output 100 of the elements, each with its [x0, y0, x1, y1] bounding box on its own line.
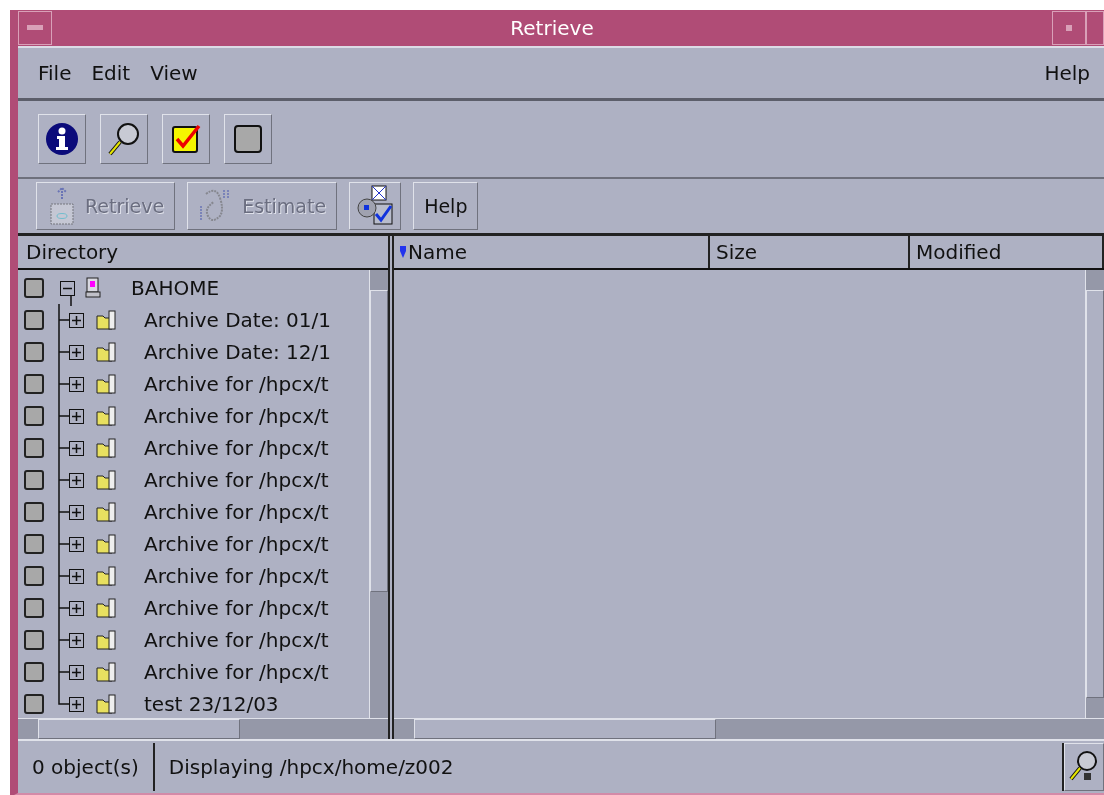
checkbox-checked-icon — [171, 124, 201, 154]
collapse-toggle[interactable] — [60, 280, 75, 296]
tree-line — [56, 336, 70, 368]
retrieve-icon — [47, 186, 77, 226]
folder-icon — [96, 534, 116, 554]
plus-icon — [71, 474, 82, 486]
tree-checkbox[interactable] — [24, 662, 44, 682]
toolbar-button[interactable] — [38, 114, 86, 164]
tree-checkbox[interactable] — [24, 438, 44, 458]
tree-item[interactable]: Archive for /hpcx/t — [144, 628, 329, 652]
tree-checkbox[interactable] — [24, 534, 44, 554]
tree-item[interactable]: Archive Date: 12/1 — [144, 340, 331, 364]
expand-toggle[interactable] — [69, 344, 84, 360]
tree-checkbox[interactable] — [24, 470, 44, 490]
plus-icon — [71, 538, 82, 550]
toolbar-button[interactable] — [100, 114, 148, 164]
tree-item[interactable]: Archive for /hpcx/t — [144, 500, 329, 524]
tree-item[interactable]: Archive for /hpcx/t — [144, 660, 329, 684]
expand-toggle[interactable] — [69, 664, 84, 680]
info-icon — [45, 122, 79, 156]
folder-icon — [96, 630, 116, 650]
plus-icon — [71, 506, 82, 518]
tree-checkbox[interactable] — [24, 598, 44, 618]
expand-toggle[interactable] — [69, 536, 84, 552]
menu-item[interactable]: File — [38, 61, 72, 85]
plus-icon — [71, 634, 82, 646]
expand-toggle[interactable] — [69, 696, 84, 712]
folder-icon — [96, 374, 116, 394]
column-header[interactable]: Name — [394, 236, 710, 268]
tree-item[interactable]: Archive for /hpcx/t — [144, 468, 329, 492]
tree-line — [56, 496, 70, 528]
plus-icon — [71, 442, 82, 454]
options-button[interactable] — [349, 182, 402, 230]
tree-item[interactable]: Archive for /hpcx/t — [144, 372, 329, 396]
column-header[interactable]: Modified — [910, 236, 1104, 268]
tree-item[interactable]: Archive for /hpcx/t — [144, 436, 329, 460]
column-header[interactable]: Directory — [18, 240, 119, 264]
expand-toggle[interactable] — [69, 472, 84, 488]
tree-checkbox[interactable] — [24, 310, 44, 330]
plus-icon — [71, 410, 82, 422]
tree-line — [56, 400, 70, 432]
checklist-icon — [356, 184, 395, 228]
find-button[interactable] — [1064, 743, 1104, 791]
tree-line — [56, 464, 70, 496]
magnifier-icon — [107, 121, 141, 157]
expand-toggle[interactable] — [69, 504, 84, 520]
tree-checkbox[interactable] — [24, 502, 44, 522]
tree-checkbox[interactable] — [24, 630, 44, 650]
tree-line — [56, 592, 70, 624]
horizontal-scrollbar[interactable] — [394, 718, 1104, 739]
expand-toggle[interactable] — [69, 312, 84, 328]
checkbox-icon — [233, 124, 263, 154]
tree-line — [56, 624, 70, 656]
toolbar-button[interactable] — [224, 114, 272, 164]
expand-toggle[interactable] — [69, 376, 84, 392]
tree-item[interactable]: Archive Date: 01/1 — [144, 308, 331, 332]
folder-icon — [96, 502, 116, 522]
tree-line — [56, 368, 70, 400]
expand-toggle[interactable] — [69, 440, 84, 456]
tree-checkbox[interactable] — [24, 406, 44, 426]
horizontal-scrollbar[interactable] — [18, 718, 388, 739]
tree-checkbox[interactable] — [24, 374, 44, 394]
object-count: 0 object(s) — [31, 755, 140, 779]
tree-line — [56, 528, 70, 560]
menu-item[interactable]: View — [150, 61, 198, 85]
tree-item[interactable]: Archive for /hpcx/t — [144, 564, 329, 588]
expand-toggle[interactable] — [69, 408, 84, 424]
tree-checkbox[interactable] — [24, 342, 44, 362]
toolbar-button[interactable] — [162, 114, 210, 164]
text-button[interactable]: Help — [413, 182, 479, 230]
folder-icon — [96, 342, 116, 362]
folder-icon — [96, 598, 116, 618]
expand-toggle[interactable] — [69, 600, 84, 616]
column-header[interactable]: Size — [710, 236, 910, 268]
plus-icon — [71, 698, 82, 710]
folder-icon — [96, 406, 116, 426]
menu-item[interactable]: Edit — [91, 61, 131, 85]
tree-item[interactable]: test 23/12/03 — [144, 692, 279, 716]
tree-line — [56, 560, 70, 592]
computer-icon — [85, 277, 101, 299]
window-title: Retrieve — [509, 16, 595, 40]
tree-checkbox[interactable] — [24, 566, 44, 586]
tree-item[interactable]: Archive for /hpcx/t — [144, 596, 329, 620]
plus-icon — [71, 346, 82, 358]
plus-icon — [71, 378, 82, 390]
tree-checkbox[interactable] — [24, 278, 44, 298]
tree-item[interactable]: BAHOME — [131, 276, 220, 300]
vertical-scrollbar[interactable] — [369, 270, 388, 718]
tree-line — [56, 432, 70, 464]
folder-icon — [96, 694, 116, 714]
tree-item[interactable]: Archive for /hpcx/t — [144, 404, 329, 428]
tree-checkbox[interactable] — [24, 694, 44, 714]
expand-toggle[interactable] — [69, 568, 84, 584]
folder-icon — [96, 438, 116, 458]
tree-item[interactable]: Archive for /hpcx/t — [144, 532, 329, 556]
vertical-scrollbar[interactable] — [1085, 270, 1104, 718]
plus-icon — [71, 602, 82, 614]
menu-item[interactable]: Help — [1044, 61, 1090, 85]
expand-toggle[interactable] — [69, 632, 84, 648]
plus-icon — [71, 570, 82, 582]
